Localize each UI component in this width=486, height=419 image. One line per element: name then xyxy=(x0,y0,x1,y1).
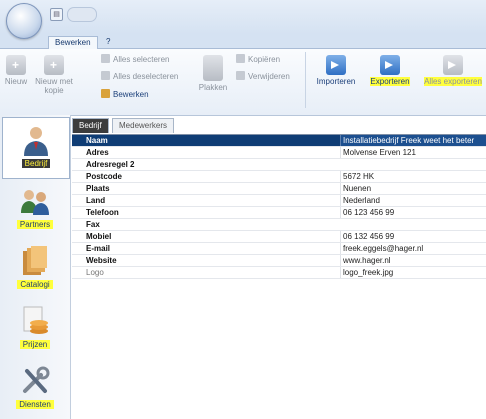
sidebar-item-catalogi[interactable]: Catalogi xyxy=(2,245,68,289)
new-label: Nieuw xyxy=(4,77,28,86)
field-name: Adres xyxy=(86,148,109,157)
new-button[interactable]: + Nieuw xyxy=(2,55,30,86)
deselect-all-icon xyxy=(101,71,110,80)
tools-icon xyxy=(19,365,51,397)
ribbon-separator xyxy=(305,52,306,108)
undo-icon[interactable] xyxy=(67,7,97,22)
new-copy-label-1: Nieuw met xyxy=(35,77,73,86)
save-icon[interactable]: ▤ xyxy=(50,8,63,21)
ribbon: + Nieuw + Nieuw met kopie Alles selecter… xyxy=(0,49,486,116)
edit-button[interactable]: Bewerken xyxy=(101,89,149,100)
field-value[interactable]: 06 123 456 99 xyxy=(340,207,486,218)
field-value[interactable]: logo_freek.jpg xyxy=(340,267,486,278)
new-copy-icon: + xyxy=(44,55,64,75)
sidebar-item-label: Diensten xyxy=(16,400,54,409)
new-copy-button[interactable]: + Nieuw met kopie xyxy=(34,55,74,95)
table-row[interactable]: Postcode 5672 HK xyxy=(72,171,486,183)
table-row[interactable]: Naam Installatiebedrijf Freek weet het be… xyxy=(72,135,486,147)
delete-button[interactable]: Verwijderen xyxy=(236,71,290,82)
import-label: Importeren xyxy=(316,77,356,86)
sidebar-item-bedrijf[interactable]: Bedrijf xyxy=(2,117,70,179)
field-name: Fax xyxy=(86,220,100,229)
tab-bewerken[interactable]: Bewerken xyxy=(48,36,98,49)
table-row[interactable]: Website www.hager.nl xyxy=(72,255,486,267)
import-button[interactable]: Importeren xyxy=(313,55,359,86)
field-name: Mobiel xyxy=(86,232,112,241)
tab-bedrijf[interactable]: Bedrijf xyxy=(72,118,109,133)
sidebar-item-label: Bedrijf xyxy=(21,159,51,168)
sidebar-item-prijzen[interactable]: Prijzen xyxy=(2,305,68,349)
paste-button[interactable]: Plakken xyxy=(196,55,230,92)
field-name: Logo xyxy=(86,268,104,277)
deselect-all-button[interactable]: Alles deselecteren xyxy=(101,71,178,82)
new-copy-label-2: kopie xyxy=(44,86,64,95)
field-name: Adresregel 2 xyxy=(86,160,135,169)
tab-help[interactable]: ? xyxy=(106,36,110,48)
people-icon xyxy=(19,185,51,217)
table-row[interactable]: Logo logo_freek.jpg xyxy=(72,267,486,279)
field-name: Postcode xyxy=(86,172,123,181)
sidebar-item-label: Catalogi xyxy=(17,280,53,289)
paste-label: Plakken xyxy=(198,83,228,92)
field-value[interactable]: Nederland xyxy=(340,195,486,206)
table-row[interactable]: Land Nederland xyxy=(72,195,486,207)
delete-label: Verwijderen xyxy=(248,72,290,81)
new-icon: + xyxy=(6,55,26,75)
table-row[interactable]: Adres Molvense Erven 121 xyxy=(72,147,486,159)
delete-icon xyxy=(236,71,245,80)
copy-icon xyxy=(236,54,245,63)
table-row[interactable]: Plaats Nuenen xyxy=(72,183,486,195)
export-icon xyxy=(380,55,400,75)
sidebar-item-label: Prijzen xyxy=(19,340,51,349)
field-value[interactable]: Nuenen xyxy=(340,183,486,194)
export-all-icon xyxy=(443,55,463,75)
table-row[interactable]: Adresregel 2 xyxy=(72,159,486,171)
select-all-icon xyxy=(101,54,110,63)
copy-button[interactable]: Kopiëren xyxy=(236,54,280,65)
field-value[interactable]: Molvense Erven 121 xyxy=(340,147,486,158)
field-name: Plaats xyxy=(86,184,110,193)
deselect-all-label: Alles deselecteren xyxy=(113,72,179,81)
import-icon xyxy=(326,55,346,75)
quick-access-toolbar: ▤ xyxy=(50,7,97,22)
field-name: Land xyxy=(86,196,106,205)
sidebar-item-label: Partners xyxy=(16,220,54,229)
table-row[interactable]: Fax xyxy=(72,219,486,231)
field-name: Website xyxy=(86,256,117,265)
export-all-label: Alles exporteren xyxy=(424,77,482,86)
sidebar-item-partners[interactable]: Partners xyxy=(2,185,68,229)
paste-icon xyxy=(203,55,223,81)
export-button[interactable]: Exporteren xyxy=(364,55,416,86)
person-icon xyxy=(20,124,52,156)
edit-icon xyxy=(101,89,110,98)
sidebar-item-diensten[interactable]: Diensten xyxy=(2,365,68,409)
price-list-icon xyxy=(19,305,51,337)
export-label: Exporteren xyxy=(370,77,410,86)
field-value[interactable]: freek.eggels@hager.nl xyxy=(340,243,486,254)
field-value[interactable]: Installatiebedrijf Freek weet het beter xyxy=(340,135,486,146)
table-row[interactable]: Telefoon 06 123 456 99 xyxy=(72,207,486,219)
title-bar: ▤ xyxy=(0,0,486,34)
field-value[interactable]: 06 132 456 99 xyxy=(340,231,486,242)
select-all-button[interactable]: Alles selecteren xyxy=(101,54,169,65)
application-menu-button[interactable] xyxy=(6,3,42,39)
field-value[interactable]: www.hager.nl xyxy=(340,255,486,266)
table-row[interactable]: E-mail freek.eggels@hager.nl xyxy=(72,243,486,255)
table-row[interactable]: Mobiel 06 132 456 99 xyxy=(72,231,486,243)
sidebar: Bedrijf Partners Catalogi Prijzen Dienst… xyxy=(0,115,71,419)
edit-label: Bewerken xyxy=(113,90,149,99)
copy-label: Kopiëren xyxy=(248,55,281,64)
export-all-button[interactable]: Alles exporteren xyxy=(420,55,486,86)
select-all-label: Alles selecteren xyxy=(113,55,170,64)
field-value[interactable]: 5672 HK xyxy=(340,171,486,182)
tab-medewerkers[interactable]: Medewerkers xyxy=(112,118,175,133)
field-name: Telefoon xyxy=(86,208,119,217)
company-property-grid: Naam Installatiebedrijf Freek weet het be… xyxy=(72,134,486,279)
field-name: E-mail xyxy=(86,244,111,253)
catalog-icon xyxy=(19,245,51,277)
field-name: Naam xyxy=(86,136,108,145)
